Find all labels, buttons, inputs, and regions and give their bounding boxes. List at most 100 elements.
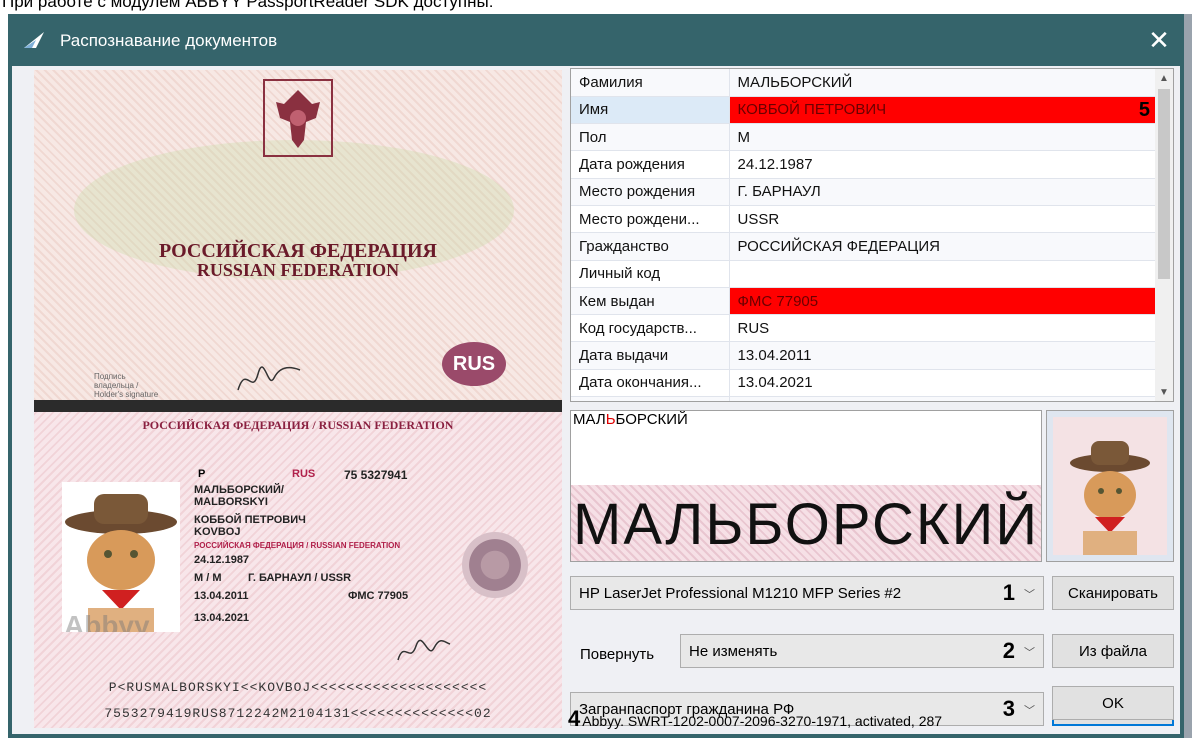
field-label: Кем выдан [571, 287, 730, 316]
field-label: Гражданство [571, 232, 730, 261]
passport-number: 75 5327941 [344, 468, 408, 482]
fields-grid[interactable]: Фамилия МАЛЬБОРСКИЙ Имя КОВБОЙ ПЕТРОВИЧ 5 Пол… [570, 68, 1174, 402]
caption-text: При работе с модулем ABBYY PassportReade… [2, 0, 494, 11]
field-label: Н... [571, 396, 730, 401]
scroll-thumb[interactable] [1158, 89, 1170, 279]
cat-cowboy-icon [1070, 441, 1150, 555]
scroll-down-icon[interactable]: ▼ [1155, 383, 1173, 401]
window-title: Распознавание документов [60, 31, 278, 50]
field-row[interactable]: Фамилия МАЛЬБОРСКИЙ [571, 69, 1157, 97]
background-app-edge [1184, 14, 1192, 738]
field-row[interactable]: Кем выдан ФМС 77905 [571, 287, 1157, 316]
field-row[interactable]: Дата окончания... 13.04.2021 [571, 369, 1157, 398]
grid-scrollbar[interactable]: ▲ ▼ [1155, 69, 1173, 401]
field-label: Дата окончания... [571, 369, 730, 398]
field-label: Пол [571, 123, 730, 152]
field-row[interactable]: Дата выдачи 13.04.2011 [571, 341, 1157, 370]
chevron-down-icon: ﹀ [1024, 647, 1035, 659]
field-value[interactable]: 24.12.1987 [729, 150, 1157, 179]
field-row[interactable]: Место рождени... USSR [571, 205, 1157, 234]
from-file-button[interactable]: Из файла [1052, 634, 1174, 668]
app-icon [24, 32, 44, 48]
rotate-label: Повернуть [580, 646, 655, 663]
recognition-dialog: Распознавание документов ✕ РОССИЙСКАЯ ФЕ… [8, 14, 1184, 738]
field-label: Дата рождения [571, 150, 730, 179]
ocr-field-crop: МАЛЬБОРСКИЙ [571, 485, 1041, 561]
passport-surname: МАЛЬБОРСКИЙ/ MALBORSKYI [194, 484, 284, 508]
passport-code: RUS [292, 468, 316, 480]
passport-expiry-date: 13.04.2021 [194, 612, 250, 624]
ocr-recognized-text: МАЛЬБОРСКИЙ [573, 411, 688, 428]
passport-data-page: РОССИЙСКАЯ ФЕДЕРАЦИЯ / RUSSIAN FEDERATIO… [34, 412, 562, 728]
passport-nationality: РОССИЙСКАЯ ФЕДЕРАЦИЯ / RUSSIAN FEDERATIO… [194, 541, 401, 550]
ocr-uncertain-char: Ь [605, 411, 616, 428]
field-label: Дата выдачи [571, 341, 730, 370]
close-icon: ✕ [1148, 24, 1170, 55]
holder-photo: Abbyy [62, 482, 180, 632]
ok-button[interactable]: OK [1052, 686, 1174, 720]
close-button[interactable]: ✕ [1142, 24, 1176, 56]
passport-birth-place: Г. БАРНАУЛ / USSR [248, 572, 352, 584]
marker-5: 5 [1138, 98, 1150, 121]
dialog-client: РОССИЙСКАЯ ФЕДЕРАЦИЯ RUSSIAN FEDERATION … [12, 66, 1180, 734]
field-row[interactable]: Гражданство РОССИЙСКАЯ ФЕДЕРАЦИЯ [571, 232, 1157, 261]
signature-label: Подпись владельца / Holder's signature [94, 372, 159, 399]
security-seal [462, 532, 528, 598]
mrz-line-1: P<RUSMALBORSKYI<<KOVBOJ<<<<<<<<<<<<<<<<<… [108, 680, 488, 695]
passport-scan-image: РОССИЙСКАЯ ФЕДЕРАЦИЯ RUSSIAN FEDERATION … [34, 70, 562, 728]
field-label: Место рождени... [571, 205, 730, 234]
chevron-down-icon: ﹀ [1024, 589, 1035, 601]
scan-gap [34, 400, 562, 412]
background-caption: При работе с модулем ABBYY PassportReade… [0, 0, 1192, 14]
chevron-down-icon: ﹀ [1024, 705, 1035, 717]
field-label: Место рождения [571, 178, 730, 206]
marker-2: 2 [1002, 638, 1015, 663]
field-row[interactable]: Код государств... RUS [571, 314, 1157, 343]
passport-birth-date: 24.12.1987 [194, 554, 250, 566]
field-value[interactable]: М [729, 123, 1157, 152]
field-value[interactable]: МАЛЬБОРСКИЙ [729, 69, 1157, 97]
field-value[interactable]: 13.04.2021 [729, 369, 1157, 398]
passport-sex: М / M [194, 572, 222, 584]
abbyy-watermark: Abbyy [64, 610, 150, 632]
field-value[interactable]: ФМС 77905 [729, 287, 1157, 316]
field-value[interactable]: RUS [729, 314, 1157, 343]
face-thumbnail [1046, 410, 1174, 562]
license-status: 4 Abbyy. SWRT-1202-0007-2096-3270-1971, … [568, 706, 943, 731]
mrz-line-2: 7553279419RUS8712242M2104131<<<<<<<<<<<<… [104, 706, 492, 721]
marker-1: 1 [1002, 580, 1015, 605]
field-label: Имя [571, 96, 730, 125]
field-value[interactable]: USSR [729, 205, 1157, 234]
field-value[interactable]: 13.04.2011 [729, 341, 1157, 370]
passport-issue-date: 13.04.2011 [194, 590, 249, 602]
fields-table: Фамилия МАЛЬБОРСКИЙ Имя КОВБОЙ ПЕТРОВИЧ 5 Пол… [571, 69, 1157, 401]
title-bar[interactable]: Распознавание документов ✕ [8, 14, 1184, 66]
scroll-up-icon[interactable]: ▲ [1155, 69, 1173, 87]
country-name-en: RUSSIAN FEDERATION [196, 260, 400, 280]
coat-of-arms-icon [263, 79, 333, 157]
field-row[interactable]: Пол М [571, 123, 1157, 152]
field-row[interactable]: Место рождения Г. БАРНАУЛ [571, 178, 1157, 206]
field-row[interactable]: Личный код [571, 260, 1157, 288]
scanner-select[interactable]: HP LaserJet Professional M1210 MFP Serie… [570, 576, 1044, 610]
field-label: Личный код [571, 260, 730, 288]
field-value[interactable]: КОВБОЙ ПЕТРОВИЧ 5 [729, 96, 1157, 125]
marker-3: 3 [1002, 696, 1015, 721]
signature-image [397, 639, 451, 661]
field-label: Фамилия [571, 69, 730, 97]
rotate-select[interactable]: Не изменять 2 ﹀ [680, 634, 1044, 668]
field-row[interactable]: Имя КОВБОЙ ПЕТРОВИЧ 5 [571, 96, 1157, 125]
passport-type: P [198, 468, 206, 480]
ocr-preview: МАЛЬБОРСКИЙ МАЛЬБОРСКИЙ [570, 410, 1042, 562]
marker-4: 4 [568, 706, 581, 731]
field-value[interactable]: РОССИЙСКАЯ ФЕДЕРАЦИЯ [729, 232, 1157, 261]
field-row[interactable]: Дата рождения 24.12.1987 [571, 150, 1157, 179]
field-value[interactable]: Г. БАРНАУЛ [729, 178, 1157, 206]
field-row[interactable]: Н...75... [571, 396, 1157, 401]
scan-button[interactable]: Сканировать [1052, 576, 1174, 610]
field-value[interactable] [729, 260, 1157, 288]
data-page-header: РОССИЙСКАЯ ФЕДЕРАЦИЯ / RUSSIAN FEDERATIO… [142, 418, 454, 432]
field-value[interactable]: 75... [729, 396, 1157, 401]
passport-cover-page: РОССИЙСКАЯ ФЕДЕРАЦИЯ RUSSIAN FEDERATION … [34, 70, 562, 400]
signature-image [237, 366, 301, 391]
